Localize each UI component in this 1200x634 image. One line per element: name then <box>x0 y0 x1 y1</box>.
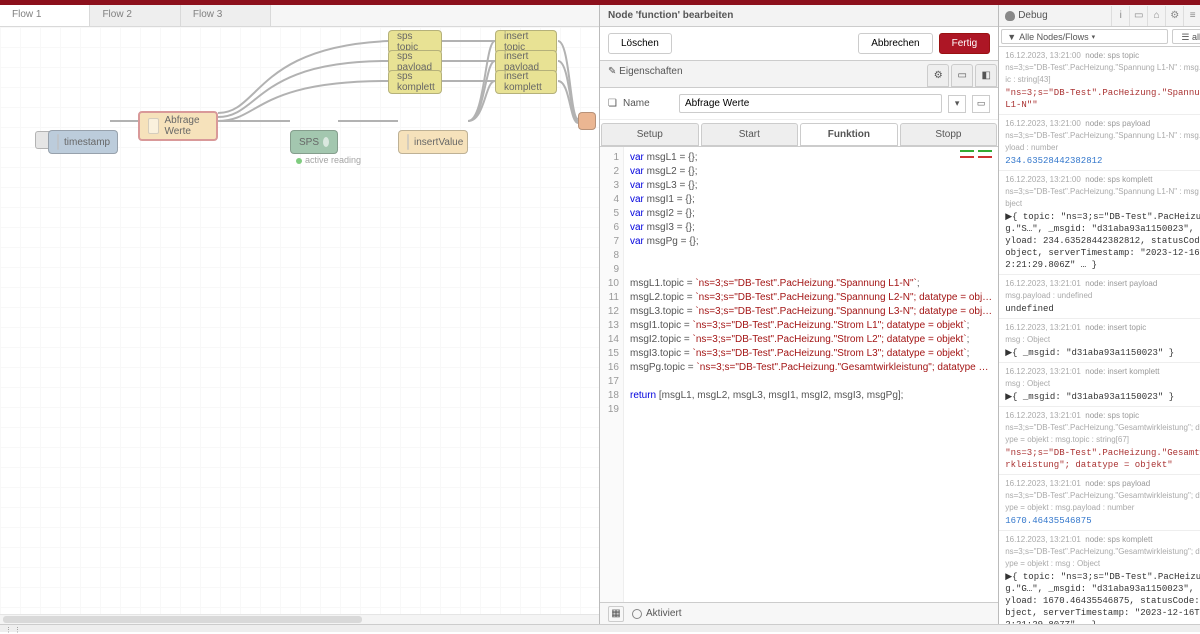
tab-setup[interactable]: Setup <box>601 123 699 146</box>
bookmark-icon-button[interactable]: ▭ <box>972 95 990 113</box>
filter-all-button[interactable]: ☰ all ▾ <box>1172 29 1200 44</box>
expand-icon[interactable] <box>960 150 974 160</box>
debug-msg[interactable]: 16.12.2023, 13:21:00 node: sps topicns=3… <box>999 47 1200 115</box>
sidebar-menu-icon[interactable]: ≡ <box>1183 6 1200 26</box>
debug-msg[interactable]: 16.12.2023, 13:21:00 node: sps komplettn… <box>999 171 1200 275</box>
footer-handle[interactable]: ⋮⋮ <box>5 626 23 634</box>
env-icon-button[interactable]: ▾ <box>948 95 966 113</box>
tab-stop[interactable]: Stopp <box>900 123 998 146</box>
tray-title: Node 'function' bearbeiten <box>600 5 998 27</box>
code-area[interactable]: var msgL1 = {};var msgL2 = {};var msgL3 … <box>624 147 998 602</box>
name-input[interactable] <box>679 94 942 113</box>
tab-function[interactable]: Funktion <box>800 123 898 146</box>
enabled-indicator[interactable]: Aktiviert <box>632 608 682 619</box>
debug-msg[interactable]: 16.12.2023, 13:21:01 node: sps payloadns… <box>999 475 1200 531</box>
edit-tray: Node 'function' bearbeiten Löschen Abbre… <box>600 5 999 624</box>
done-button[interactable]: Fertig <box>939 33 991 54</box>
bug-icon <box>1005 11 1015 21</box>
debug-msg[interactable]: 16.12.2023, 13:21:00 node: sps payloadns… <box>999 115 1200 171</box>
tray-icon-appearance[interactable]: ◧ <box>975 64 997 87</box>
sidebar-config-icon[interactable]: ⌂ <box>1147 6 1165 26</box>
name-label: Name <box>623 98 673 109</box>
code-editor[interactable]: 12345678910111213141516171819 var msgL1 … <box>600 147 998 602</box>
workspace: Flow 1 Flow 2 Flow 3 <box>0 5 600 624</box>
debug-sidebar: Debug i ▭ ⌂ ⚙ ≡ ▾ ▼ Alle Nodes/Flows ▾ ☰… <box>999 5 1200 624</box>
sidebar-info-icon[interactable]: i <box>1111 6 1129 26</box>
debug-msg[interactable]: 16.12.2023, 13:21:01 node: sps topicns=3… <box>999 407 1200 475</box>
debug-messages[interactable]: 16.12.2023, 13:21:00 node: sps topicns=3… <box>999 47 1200 624</box>
debug-msg[interactable]: 16.12.2023, 13:21:01 node: insert topicm… <box>999 319 1200 363</box>
tab-properties[interactable]: ✎ Eigenschaften <box>600 61 700 87</box>
sidebar-context-icon[interactable]: ▭ <box>1129 6 1147 26</box>
debug-msg[interactable]: 16.12.2023, 13:21:01 node: insert komple… <box>999 363 1200 407</box>
sidebar-settings-icon[interactable]: ⚙ <box>1165 6 1183 26</box>
cancel-button[interactable]: Abbrechen <box>858 33 932 54</box>
delete-button[interactable]: Löschen <box>608 33 672 54</box>
format-icon[interactable] <box>978 150 992 160</box>
tag-icon: ❏ <box>608 98 617 109</box>
tab-start[interactable]: Start <box>701 123 799 146</box>
footer-icon[interactable]: ▦ <box>608 606 624 622</box>
tray-icon-settings[interactable]: ⚙ <box>927 64 949 87</box>
tray-icon-info[interactable]: ▭ <box>951 64 973 87</box>
sidebar-title: Debug <box>999 10 1111 21</box>
debug-msg[interactable]: 16.12.2023, 13:21:01 node: sps komplettn… <box>999 531 1200 624</box>
line-gutter: 12345678910111213141516171819 <box>600 147 624 602</box>
filter-nodes-button[interactable]: ▼ Alle Nodes/Flows ▾ <box>1001 29 1168 44</box>
debug-msg[interactable]: 16.12.2023, 13:21:01 node: insert payloa… <box>999 275 1200 319</box>
